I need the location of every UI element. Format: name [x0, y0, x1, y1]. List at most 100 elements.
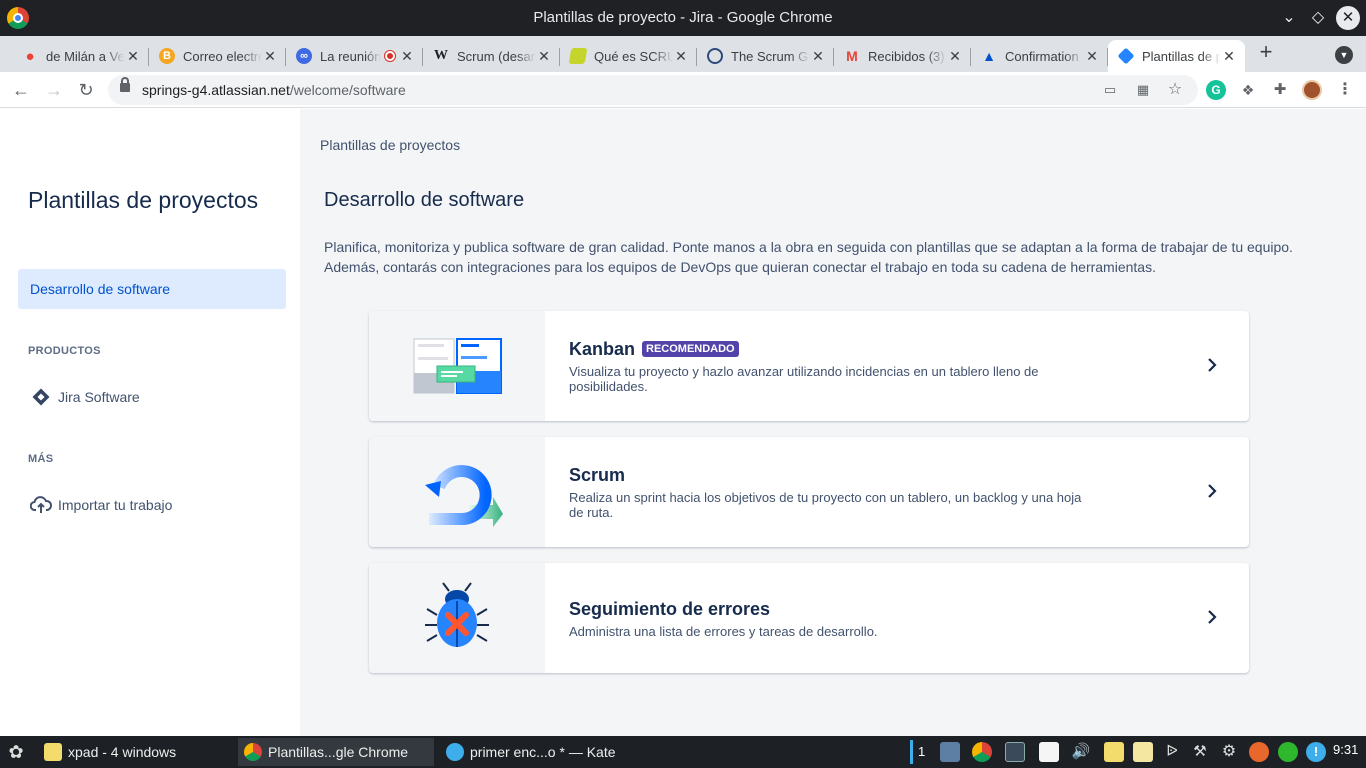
new-tab-button[interactable]: + [1255, 41, 1277, 64]
tab-confirmation[interactable]: ▲ Confirmation ✕ [971, 40, 1108, 72]
task-chrome[interactable]: Plantillas...gle Chrome [238, 738, 434, 766]
task-label: xpad - 4 windows [68, 744, 177, 760]
volume-icon[interactable]: 🔊 [1071, 742, 1091, 762]
close-tab-icon[interactable]: ✕ [673, 48, 689, 65]
tab-wikipedia[interactable]: W Scrum (desarrollo) ✕ [423, 40, 560, 72]
tab-plantillas[interactable]: Plantillas de proyecto ✕ [1108, 40, 1245, 72]
back-icon[interactable]: ← [9, 78, 33, 102]
tab-label: Scrum (desarrollo) [457, 48, 536, 64]
tab-correo[interactable]: B Correo electrónico ✕ [149, 40, 286, 72]
maps-pin-icon: ● [25, 47, 35, 65]
close-tab-icon[interactable]: ✕ [262, 48, 278, 65]
template-card-scrum[interactable]: Scrum Realiza un sprint hacia los objeti… [369, 437, 1249, 547]
page-description: Planifica, monitoriza y publica software… [324, 239, 1293, 275]
file-manager-icon[interactable] [940, 742, 960, 762]
tab-maps[interactable]: ● de Milán a Venecia ✕ [12, 40, 149, 72]
close-tab-icon[interactable]: ✕ [125, 48, 141, 65]
maximize-icon[interactable]: ◇ [1306, 6, 1330, 30]
close-tab-icon[interactable]: ✕ [399, 48, 415, 65]
wikipedia-icon: W [434, 48, 448, 63]
workspace-indicator [910, 740, 913, 764]
notification-icon[interactable]: ! [1306, 742, 1326, 762]
bluetooth-icon[interactable]: ᐉ [1162, 742, 1182, 762]
extensions-icon[interactable]: ✚ [1270, 80, 1290, 100]
menu-dots-icon[interactable]: ⋮ [1335, 80, 1355, 100]
page-content: Plantillas de proyectos Desarrollo de so… [0, 109, 1366, 736]
tab-label: Correo electrónico [183, 48, 262, 64]
task-xpad[interactable]: xpad - 4 windows [38, 738, 234, 766]
close-window-icon[interactable]: ✕ [1336, 6, 1360, 30]
task-kate[interactable]: primer enc...o * — Kate [440, 738, 636, 766]
card-description: Administra una lista de errores y tareas… [569, 624, 878, 639]
sidebar-title: Plantillas de proyectos [28, 187, 259, 213]
kate-icon [446, 743, 464, 761]
chrome-icon [244, 743, 262, 761]
card-description: Realiza un sprint hacia los objetivos de… [569, 490, 1082, 520]
reload-icon[interactable]: ↻ [74, 78, 98, 102]
cast-icon[interactable]: ▭ [1102, 82, 1118, 98]
settings-icon[interactable]: ⚙ [1219, 742, 1239, 762]
update-icon[interactable] [1249, 742, 1269, 762]
template-card-kanban[interactable]: Kanban RECOMENDADO Visualiza tu proyecto… [369, 311, 1249, 421]
xpad-tray-icon[interactable] [1104, 742, 1124, 762]
mail-b-icon: B [159, 48, 175, 64]
dropbox-icon[interactable]: ❖ [1238, 80, 1258, 100]
section-productos: PRODUCTOS [28, 345, 101, 357]
close-tab-icon[interactable]: ✕ [1221, 48, 1237, 65]
gmail-icon: M [846, 48, 858, 64]
close-tab-icon[interactable]: ✕ [810, 48, 826, 65]
close-tab-icon[interactable]: ✕ [947, 48, 963, 65]
jira-software-icon [30, 386, 52, 408]
sidebar-item-desarrollo[interactable]: Desarrollo de software [18, 269, 286, 309]
terminal-icon[interactable] [1005, 742, 1025, 762]
page-heading: Desarrollo de software [324, 189, 525, 211]
recommended-badge: RECOMENDADO [642, 341, 739, 357]
recording-icon [385, 51, 395, 61]
chrome-launcher-icon[interactable] [972, 742, 992, 762]
kanban-illustration [369, 311, 545, 421]
window-title: Plantillas de proyecto - Jira - Google C… [533, 9, 833, 26]
meet-icon: ∞ [296, 48, 312, 64]
app-menu-icon[interactable]: ✿ [6, 742, 26, 762]
tab-reunion[interactable]: ∞ La reunión ✕ [286, 40, 423, 72]
address-bar[interactable]: springs-g4.atlassian.net/welcome/softwar… [108, 75, 1198, 105]
sidebar: Plantillas de proyectos Desarrollo de so… [0, 109, 300, 736]
template-card-seguimiento-errores[interactable]: Seguimiento de errores Administra una li… [369, 563, 1249, 673]
card-title: Scrum [569, 465, 626, 485]
sidebar-item-importar[interactable]: Importar tu trabajo [30, 493, 172, 517]
tab-label: Qué es SCRUM [594, 48, 673, 64]
sidebar-item-label: Jira Software [58, 389, 140, 405]
task-label: Plantillas...gle Chrome [268, 744, 409, 760]
scrum-icon [707, 48, 723, 64]
breadcrumb[interactable]: Plantillas de proyectos [320, 137, 460, 153]
tab-label: The Scrum Guide [731, 48, 810, 64]
sidebar-item-jira-software[interactable]: Jira Software [30, 385, 140, 409]
tab-que-es-scrum[interactable]: Qué es SCRUM ✕ [560, 40, 697, 72]
minimize-icon[interactable]: ⌄ [1277, 6, 1301, 30]
bookmark-star-icon[interactable]: ☆ [1167, 82, 1183, 98]
network-icon[interactable] [1278, 742, 1298, 762]
url-text[interactable]: springs-g4.atlassian.net/welcome/softwar… [142, 82, 406, 98]
tab-label: Confirmation [1005, 48, 1079, 64]
qr-code-icon[interactable]: ▦ [1135, 82, 1151, 98]
section-mas: MÁS [28, 453, 54, 465]
atlassian-icon: ▲ [982, 48, 996, 64]
notes-icon[interactable] [1039, 742, 1059, 762]
chevron-right-icon [1208, 610, 1217, 624]
lock-icon[interactable] [120, 77, 130, 92]
jira-icon [1117, 47, 1135, 65]
grammarly-icon[interactable]: G [1206, 80, 1226, 100]
tab-label: Plantillas de proyecto [1142, 48, 1221, 64]
tools-icon[interactable]: ⚒ [1190, 742, 1210, 762]
close-tab-icon[interactable]: ✕ [1084, 48, 1100, 65]
forward-icon[interactable]: → [42, 78, 66, 102]
workspace-number[interactable]: 1 [918, 744, 925, 759]
profile-avatar[interactable] [1302, 80, 1322, 100]
tab-search-icon[interactable]: ▼ [1335, 46, 1353, 64]
tab-scrum-guide[interactable]: The Scrum Guide ✕ [697, 40, 834, 72]
close-tab-icon[interactable]: ✕ [536, 48, 552, 65]
clock[interactable]: 9:31 [1333, 742, 1358, 757]
tab-gmail[interactable]: M Recibidos (3) ✕ [834, 40, 971, 72]
clipboard-icon[interactable] [1133, 742, 1153, 762]
tab-strip: ● de Milán a Venecia ✕ B Correo electrón… [0, 36, 1366, 72]
